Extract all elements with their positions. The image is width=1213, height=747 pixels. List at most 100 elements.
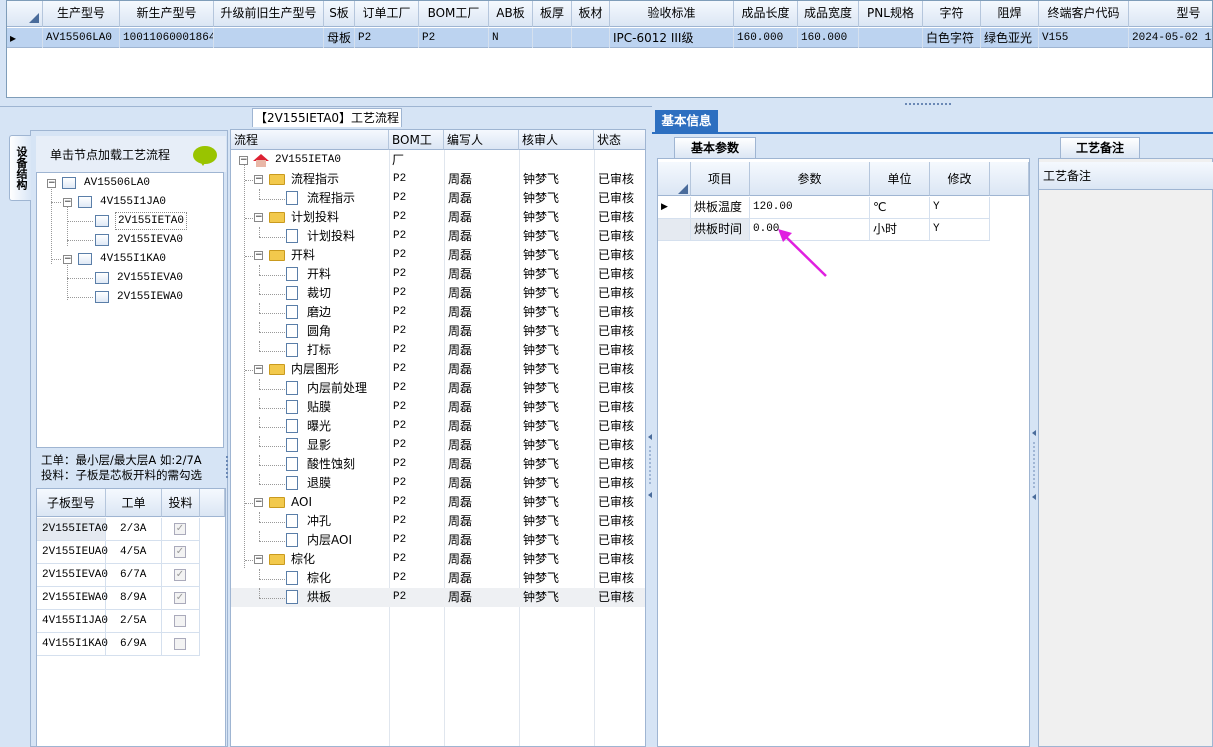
process-step-row[interactable]: 棕化 P2 周磊 钟梦飞 已审核 xyxy=(231,569,645,588)
table-cell[interactable]: 2024-05-02 15: xyxy=(1129,28,1212,48)
collapse-icon[interactable]: − xyxy=(63,198,72,207)
table-cell[interactable]: 2/3A xyxy=(106,518,162,541)
process-group-row[interactable]: − 棕化 P2 周磊 钟梦飞 已审核 xyxy=(231,550,645,569)
col-header[interactable]: BOM工厂 xyxy=(419,1,489,27)
process-step-row[interactable]: 贴膜 P2 周磊 钟梦飞 已审核 xyxy=(231,398,645,417)
table-cell[interactable]: 8/9A xyxy=(106,587,162,610)
col-header[interactable]: 子板型号 xyxy=(37,489,106,517)
col-header[interactable]: 板材 xyxy=(572,1,610,27)
table-cell[interactable]: P2 xyxy=(355,28,419,48)
feed-checkbox[interactable] xyxy=(174,615,186,627)
table-cell[interactable] xyxy=(214,28,324,48)
table-cell[interactable]: 120.00 xyxy=(750,197,870,219)
collapse-icon[interactable]: − xyxy=(239,156,248,165)
tab-structure[interactable]: 设备结构 xyxy=(9,135,31,201)
table-cell[interactable]: V155 xyxy=(1039,28,1129,48)
col-header[interactable]: 升级前旧生产型号 xyxy=(214,1,324,27)
process-step-row[interactable]: 打标 P2 周磊 钟梦飞 已审核 xyxy=(231,341,645,360)
tree-node[interactable]: − 4V155I1KA0 xyxy=(63,250,213,268)
col-header[interactable]: 成品长度 xyxy=(734,1,798,27)
col-header[interactable]: 投料 xyxy=(162,489,200,517)
table-row[interactable]: ▸ AV15506LA0 10011060001864 母板 P2 P2 N I… xyxy=(7,28,1212,48)
table-cell[interactable]: 2/5A xyxy=(106,610,162,633)
table-cell[interactable]: N xyxy=(489,28,533,48)
table-cell[interactable]: 160.000 xyxy=(734,28,798,48)
collapse-icon[interactable]: − xyxy=(254,213,263,222)
table-cell[interactable]: 10011060001864 xyxy=(120,28,214,48)
col-header[interactable]: 终端客户代码 xyxy=(1039,1,1129,27)
col-header[interactable]: 阻焊 xyxy=(981,1,1039,27)
table-cell[interactable]: 6/7A xyxy=(106,564,162,587)
col-header[interactable]: PNL规格 xyxy=(859,1,923,27)
table-cell[interactable] xyxy=(533,28,572,48)
tab-basic-info[interactable]: 基本信息 xyxy=(655,110,718,132)
feed-checkbox[interactable]: ✓ xyxy=(174,592,186,604)
process-group-row[interactable]: − 流程指示 P2 周磊 钟梦飞 已审核 xyxy=(231,170,645,189)
col-header[interactable]: 单位 xyxy=(870,162,930,196)
table-cell[interactable]: IPC-6012 III级 xyxy=(610,28,734,48)
process-step-row[interactable]: 内层AOI P2 周磊 钟梦飞 已审核 xyxy=(231,531,645,550)
process-group-row[interactable]: − 计划投料 P2 周磊 钟梦飞 已审核 xyxy=(231,208,645,227)
process-step-row[interactable]: 曝光 P2 周磊 钟梦飞 已审核 xyxy=(231,417,645,436)
col-header[interactable]: 型号 xyxy=(1129,1,1212,27)
table-cell[interactable]: 母板 xyxy=(324,28,355,48)
col-header[interactable]: 新生产型号 xyxy=(120,1,214,27)
tree-node[interactable]: 2V155IETA0 xyxy=(93,212,188,230)
table-cell[interactable]: 2V155IETA0 xyxy=(37,518,108,541)
table-cell[interactable]: AV15506LA0 xyxy=(43,28,120,48)
collapse-icon[interactable]: − xyxy=(254,175,263,184)
table-cell[interactable]: 小时 xyxy=(870,219,930,241)
table-cell[interactable]: 4V155I1JA0 xyxy=(37,610,108,633)
table-cell[interactable]: 白色字符 xyxy=(923,28,981,48)
process-step-row[interactable]: 磨边 P2 周磊 钟梦飞 已审核 xyxy=(231,303,645,322)
splitter-handle[interactable] xyxy=(226,456,228,480)
feed-checkbox[interactable] xyxy=(174,638,186,650)
collapse-icon[interactable]: − xyxy=(254,498,263,507)
col-header[interactable]: 字符 xyxy=(923,1,981,27)
col-header[interactable]: 项目 xyxy=(691,162,750,196)
process-step-row[interactable]: 显影 P2 周磊 钟梦飞 已审核 xyxy=(231,436,645,455)
feed-checkbox[interactable]: ✓ xyxy=(174,569,186,581)
process-step-row[interactable]: 内层前处理 P2 周磊 钟梦飞 已审核 xyxy=(231,379,645,398)
table-cell[interactable]: ℃ xyxy=(870,197,930,219)
table-cell[interactable] xyxy=(572,28,610,48)
table-cell[interactable]: 6/9A xyxy=(106,633,162,656)
process-step-row[interactable]: 烘板 P2 周磊 钟梦飞 已审核 xyxy=(231,588,645,607)
header-corner[interactable] xyxy=(7,1,43,27)
process-step-row[interactable]: 裁切 P2 周磊 钟梦飞 已审核 xyxy=(231,284,645,303)
table-cell[interactable] xyxy=(859,28,923,48)
collapse-icon[interactable]: − xyxy=(254,555,263,564)
col-header[interactable]: 参数 xyxy=(750,162,870,196)
table-cell[interactable]: 2V155IEVA0 xyxy=(37,564,108,587)
feed-checkbox[interactable]: ✓ xyxy=(174,523,186,535)
table-cell[interactable]: Y xyxy=(930,197,990,219)
tree-root-row[interactable]: − 2V155IETA0 xyxy=(231,151,645,170)
process-group-row[interactable]: − 内层图形 P2 周磊 钟梦飞 已审核 xyxy=(231,360,645,379)
process-step-row[interactable]: 流程指示 P2 周磊 钟梦飞 已审核 xyxy=(231,189,645,208)
splitter-handle[interactable] xyxy=(1032,430,1036,500)
process-step-row[interactable]: 退膜 P2 周磊 钟梦飞 已审核 xyxy=(231,474,645,493)
splitter-handle[interactable] xyxy=(905,103,951,105)
tree-node[interactable]: 2V155IEVA0 xyxy=(93,269,183,287)
table-cell[interactable]: 4V155I1KA0 xyxy=(37,633,108,656)
table-cell[interactable]: 烘板温度 xyxy=(691,197,750,219)
collapse-icon[interactable]: − xyxy=(254,365,263,374)
table-cell[interactable]: 2V155IEUA0 xyxy=(37,541,108,564)
collapse-icon[interactable]: − xyxy=(254,251,263,260)
col-header[interactable]: 核审人 xyxy=(519,130,594,150)
tree-node[interactable]: − AV15506LA0 xyxy=(47,174,217,192)
process-group-row[interactable]: − 开料 P2 周磊 钟梦飞 已审核 xyxy=(231,246,645,265)
process-step-row[interactable]: 冲孔 P2 周磊 钟梦飞 已审核 xyxy=(231,512,645,531)
process-step-row[interactable]: 圆角 P2 周磊 钟梦飞 已审核 xyxy=(231,322,645,341)
collapse-icon[interactable]: − xyxy=(47,179,56,188)
tree-node[interactable]: 2V155IEWA0 xyxy=(93,288,183,306)
col-header[interactable]: S板 xyxy=(324,1,355,27)
table-cell[interactable]: 2V155IEWA0 xyxy=(37,587,108,610)
tab-process-notes[interactable]: 工艺备注 xyxy=(1060,137,1140,158)
col-header[interactable]: AB板 xyxy=(489,1,533,27)
table-cell[interactable]: 绿色亚光 xyxy=(981,28,1039,48)
tree-node[interactable]: − 4V155I1JA0 xyxy=(63,193,213,211)
header-corner[interactable] xyxy=(658,162,691,196)
process-step-row[interactable]: 计划投料 P2 周磊 钟梦飞 已审核 xyxy=(231,227,645,246)
col-header[interactable]: 生产型号 xyxy=(43,1,120,27)
